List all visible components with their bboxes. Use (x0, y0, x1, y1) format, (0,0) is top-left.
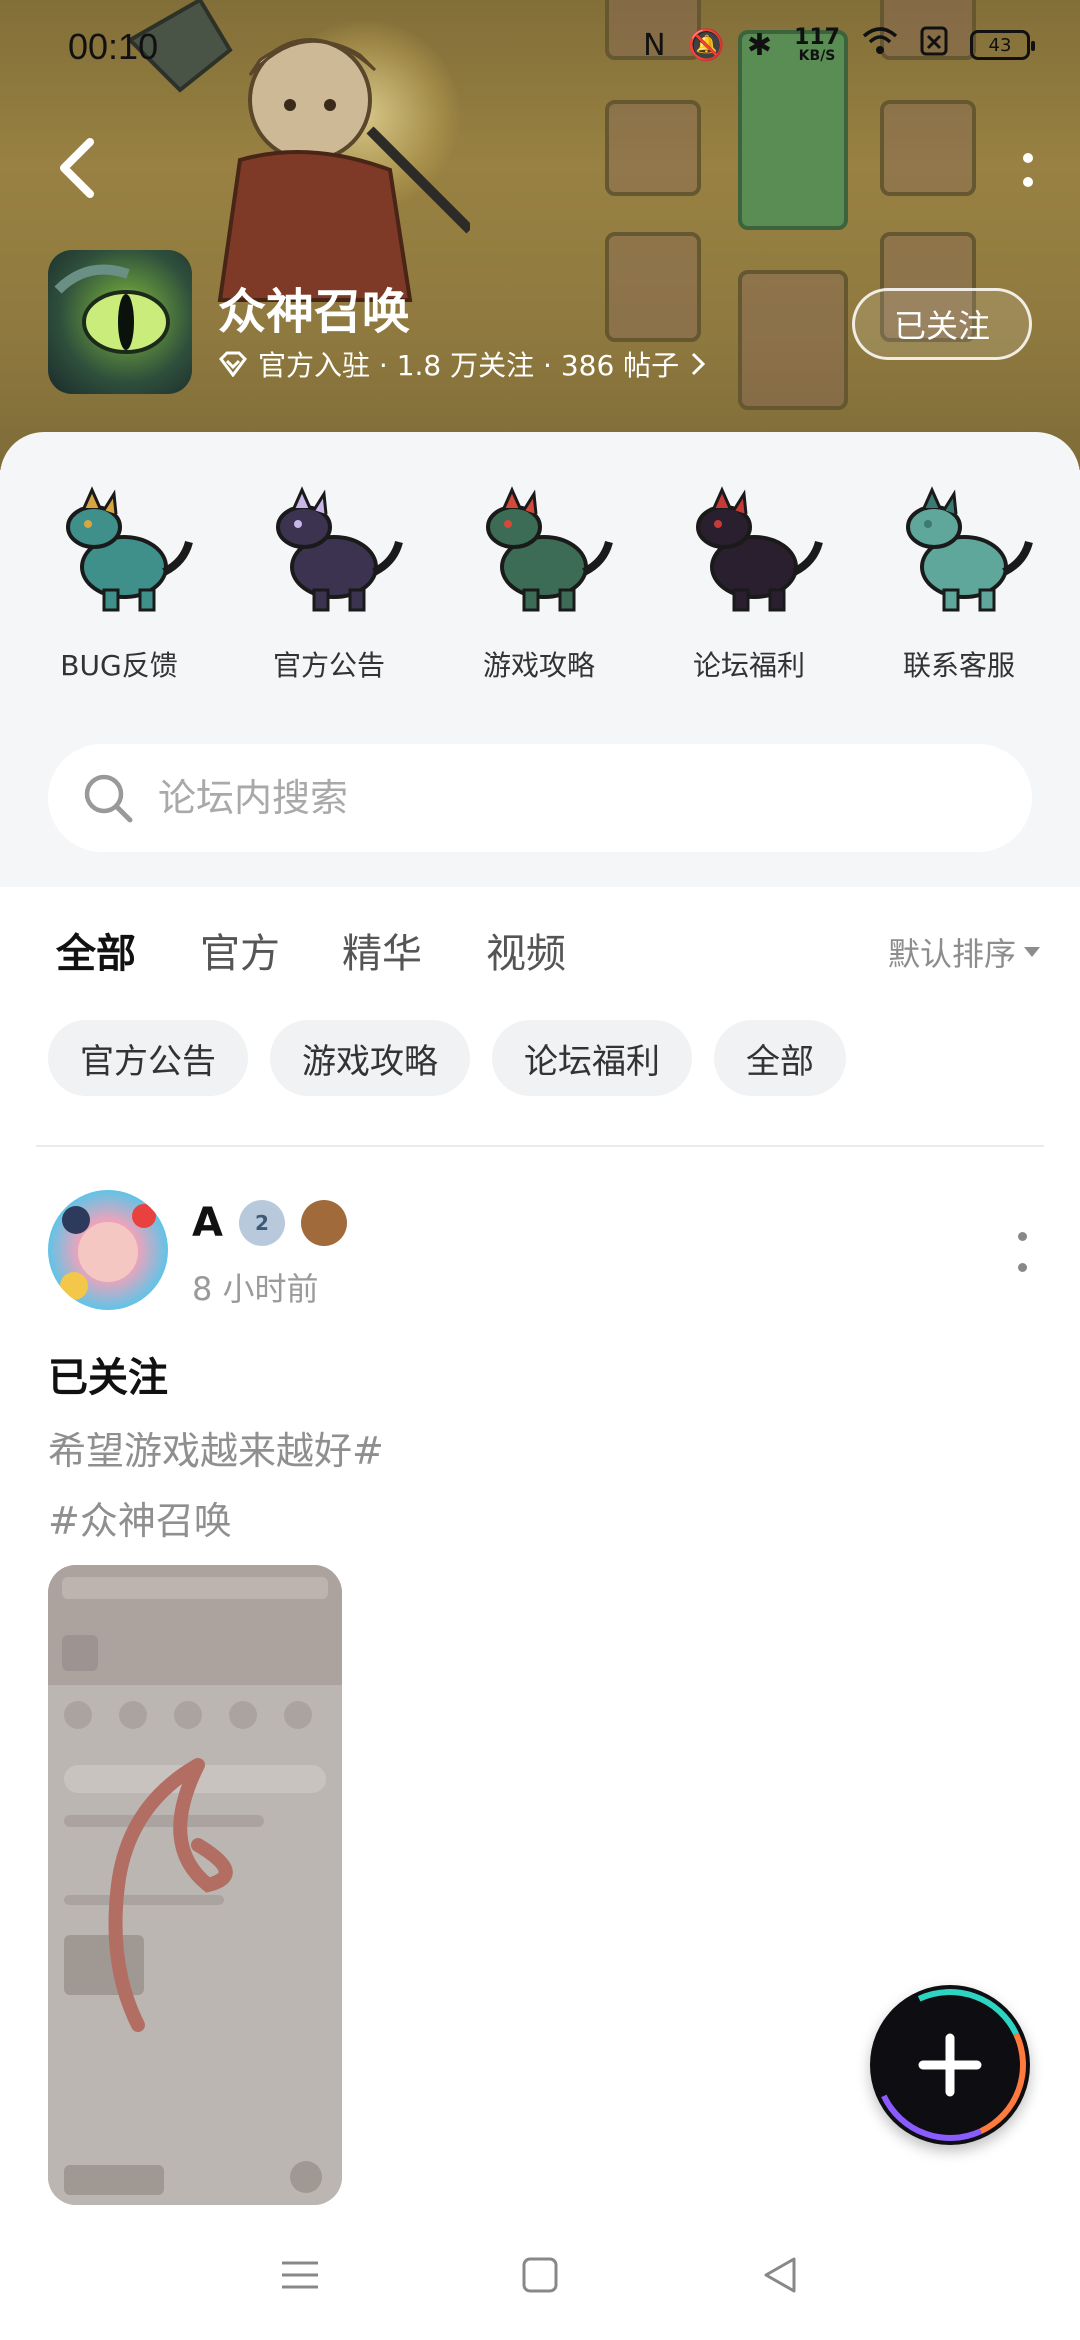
shortcut-item[interactable]: BUG反馈 (14, 472, 224, 684)
wifi-icon (862, 26, 898, 64)
diamond-icon (219, 351, 247, 377)
chip-all[interactable]: 全部 (714, 1020, 846, 1096)
shortcut-label: BUG反馈 (60, 649, 178, 682)
sim-icon (920, 26, 948, 64)
more-dot-icon (1023, 177, 1033, 187)
battery-icon: 43 (970, 30, 1035, 60)
dragon-mascot-icon (66, 486, 193, 612)
sort-label: 默认排序 (887, 935, 1016, 973)
chevron-right-icon (692, 352, 706, 376)
search-bar[interactable] (48, 744, 1032, 852)
home-icon[interactable] (520, 2255, 560, 2295)
shortcut-label: 游戏攻略 (482, 649, 595, 682)
forum-title: 众神召唤 (218, 284, 411, 340)
shortcut-item[interactable]: 联系客服 (854, 472, 1064, 684)
shortcut-label: 联系客服 (902, 649, 1015, 682)
status-time: 00:10 (68, 26, 159, 67)
chip-benefits[interactable]: 论坛福利 (492, 1020, 692, 1096)
follow-button[interactable]: 已关注 (852, 288, 1032, 360)
dragon-mascot-icon (906, 486, 1033, 612)
screenshot-thumbnail (48, 1565, 342, 2205)
post-text: 希望游戏越来越好# (48, 1429, 384, 1473)
more-dot-icon (1017, 1263, 1027, 1272)
forum-meta-text: 官方入驻 · 1.8 万关注 · 386 帖子 (258, 349, 680, 382)
shortcut-label: 论坛福利 (692, 649, 805, 682)
caret-down-icon (1024, 947, 1040, 957)
back-button[interactable] (50, 130, 110, 206)
dragon-mascot-icon (486, 486, 613, 612)
shortcut-label: 官方公告 (272, 649, 385, 682)
system-nav-bar (0, 2210, 1080, 2340)
post-hashtag[interactable]: #众神召唤 (48, 1490, 232, 1545)
filter-chips: 官方公告 游戏攻略 论坛福利 全部 (48, 1020, 846, 1096)
mute-icon: 🔕 (687, 27, 725, 63)
tab-featured[interactable]: 精华 (342, 921, 422, 979)
tab-official[interactable]: 官方 (200, 921, 280, 979)
author-name[interactable]: A (192, 1200, 223, 1246)
plus-icon (918, 2033, 982, 2097)
shortcut-item[interactable]: 官方公告 (224, 472, 434, 684)
author-name-row: A 2 (192, 1200, 347, 1246)
divider (36, 1145, 1044, 1147)
create-post-button[interactable] (870, 1985, 1030, 2145)
shortcut-item[interactable]: 游戏攻略 (434, 472, 644, 684)
post-title[interactable]: 已关注 (48, 1345, 168, 1403)
dragon-mascot-icon (276, 486, 403, 612)
post-time: 8 小时前 (192, 1270, 319, 1308)
tab-video[interactable]: 视频 (486, 921, 566, 979)
achievement-badge-icon (300, 1200, 347, 1246)
more-options-button[interactable] (1016, 140, 1040, 200)
post-image[interactable] (48, 1565, 342, 2205)
sort-dropdown[interactable]: 默认排序 (888, 929, 1040, 975)
nfc-icon: N (643, 27, 666, 63)
search-input[interactable] (158, 776, 958, 820)
menu-icon[interactable] (280, 2255, 320, 2295)
tab-all[interactable]: 全部 (56, 921, 136, 987)
chip-announcements[interactable]: 官方公告 (48, 1020, 248, 1096)
bluetooth-icon: ✱ (746, 27, 773, 63)
tab-bar: 全部 官方 精华 视频 默认排序 (0, 887, 1080, 997)
post-more-button[interactable] (1012, 1232, 1032, 1272)
tab-active-indicator (62, 977, 130, 987)
status-bar: 00:10 N 🔕 ✱ 117 KB/S 43 (0, 0, 1080, 96)
dragon-mascot-icon (696, 486, 823, 612)
back-nav-icon[interactable] (760, 2255, 800, 2295)
search-icon (84, 774, 133, 823)
network-speed: 117 KB/S (794, 25, 840, 64)
chip-guides[interactable]: 游戏攻略 (270, 1020, 470, 1096)
shortcut-row: BUG反馈 官方公告 游戏攻略 论坛福利 联系客服 (0, 472, 1080, 684)
more-dot-icon (1017, 1232, 1027, 1241)
forum-panel: BUG反馈 官方公告 游戏攻略 论坛福利 联系客服 (0, 432, 1080, 887)
level-badge: 2 (238, 1200, 285, 1246)
author-avatar[interactable] (48, 1190, 168, 1310)
forum-meta[interactable]: 官方入驻 · 1.8 万关注 · 386 帖子 (218, 344, 707, 384)
back-arrow-icon (60, 138, 94, 198)
game-icon (48, 250, 192, 394)
shortcut-item[interactable]: 论坛福利 (644, 472, 854, 684)
more-dot-icon (1023, 153, 1033, 163)
